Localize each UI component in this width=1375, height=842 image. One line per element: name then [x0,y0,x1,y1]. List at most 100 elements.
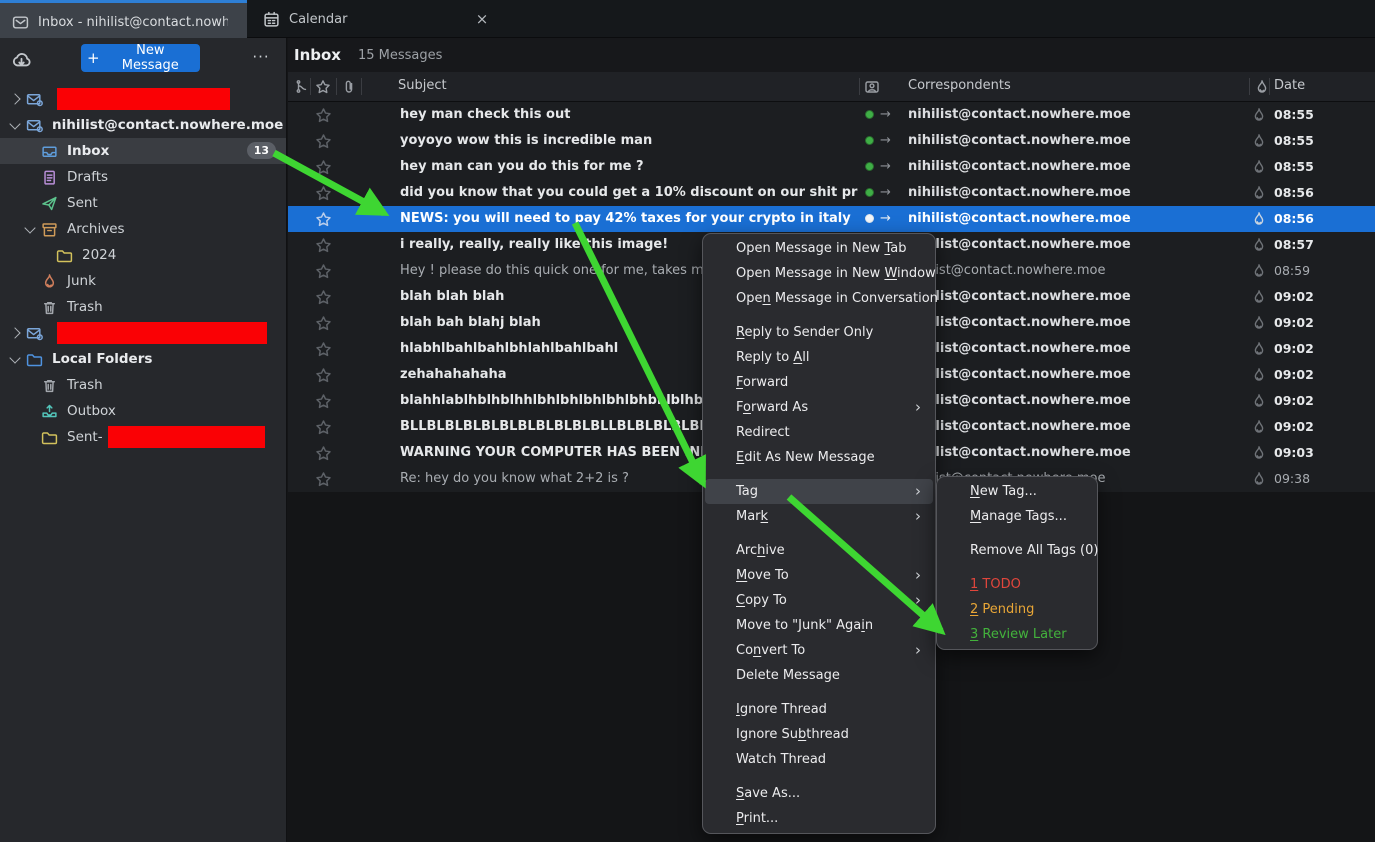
star-icon[interactable] [315,341,332,358]
folder-pane-options-icon[interactable]: ··· [248,44,274,70]
menu-item[interactable]: Tag › [705,479,933,504]
tag-menu-item[interactable]: New Tag... [939,479,1095,504]
star-icon[interactable] [315,315,332,332]
menu-item-label: Print... [736,811,921,826]
menu-item[interactable]: Ignore Thread [705,697,933,722]
folder-tree-item[interactable] [0,320,286,346]
tab-inbox[interactable]: Inbox - nihilist@contact.nowhere.moe [0,0,247,38]
tag-menu-item[interactable]: Remove All Tags (0) [939,538,1095,563]
menu-item[interactable]: Edit As New Message [705,445,933,470]
star-icon[interactable] [315,133,332,150]
column-date[interactable]: Date [1274,78,1305,93]
message-row[interactable]: NEWS: you will need to pay 42% taxes for… [288,206,1375,232]
message-row[interactable]: did you know that you could get a 10% di… [288,180,1375,206]
redaction-block [57,322,267,344]
thread-column-icon[interactable] [294,79,310,95]
folder-tree-item[interactable]: Trash [0,294,286,320]
expander-chevron-icon[interactable] [9,327,20,338]
menu-item[interactable]: Open Message in New Window [705,261,933,286]
menu-item[interactable]: Watch Thread [705,747,933,772]
junk-flame-icon[interactable] [1251,159,1267,175]
star-icon[interactable] [315,471,332,488]
menu-item[interactable]: Copy To › [705,588,933,613]
menu-item[interactable]: Convert To › [705,638,933,663]
junk-flame-icon[interactable] [1251,419,1267,435]
star-icon[interactable] [315,237,332,254]
junk-flame-icon[interactable] [1251,133,1267,149]
menu-item[interactable]: Move to "Junk" Again [705,613,933,638]
menu-item-label: Delete Message [736,668,921,683]
junk-flame-icon[interactable] [1251,471,1267,487]
star-icon[interactable] [315,159,332,176]
menu-item[interactable]: Reply to Sender Only [705,320,933,345]
star-icon[interactable] [315,393,332,410]
menu-item[interactable]: Forward [705,370,933,395]
folder-tree-item[interactable]: Drafts [0,164,286,190]
menu-item-label: Watch Thread [736,752,921,767]
junk-flame-icon[interactable] [1251,445,1267,461]
junk-flame-icon[interactable] [1251,315,1267,331]
menu-item[interactable]: Ignore Subthread [705,722,933,747]
menu-item[interactable]: Move To › [705,563,933,588]
menu-item[interactable]: Archive [705,538,933,563]
menu-item[interactable]: Forward As › [705,395,933,420]
star-icon[interactable] [315,211,332,228]
menu-item[interactable]: Redirect [705,420,933,445]
star-icon[interactable] [315,445,332,462]
menu-item[interactable]: Save As... [705,781,933,806]
expander-chevron-icon[interactable] [24,222,35,233]
junk-flame-icon[interactable] [1251,185,1267,201]
tab-calendar[interactable]: Calendar [247,0,347,38]
cloud-download-icon[interactable] [11,49,32,70]
folder-tree-item[interactable]: Trash [0,372,286,398]
folder-tree-item[interactable]: nihilist@contact.nowhere.moe [0,112,286,138]
junk-flame-icon[interactable] [1251,367,1267,383]
star-column-icon[interactable] [315,79,331,95]
junk-flame-icon[interactable] [1251,289,1267,305]
star-icon[interactable] [315,107,332,124]
message-row[interactable]: hey man check this out → nihilist@contac… [288,102,1375,128]
tag-menu-item[interactable]: 1 TODO [939,572,1095,597]
junk-column-icon[interactable] [1254,79,1270,95]
menu-item[interactable]: Reply to All [705,345,933,370]
column-correspondents[interactable]: Correspondents [908,78,1011,93]
menu-item[interactable]: Open Message in New Tab [705,236,933,261]
junk-flame-icon[interactable] [1251,237,1267,253]
folder-tree-item[interactable]: Outbox [0,398,286,424]
junk-flame-icon[interactable] [1251,211,1267,227]
folder-tree-item[interactable]: Local Folders [0,346,286,372]
star-icon[interactable] [315,185,332,202]
menu-item[interactable]: Mark › [705,504,933,529]
menu-item[interactable]: Delete Message [705,663,933,688]
folder-tree-item[interactable]: Sent [0,190,286,216]
menu-item[interactable]: Open Message in Conversation [705,286,933,311]
folder-tree-item[interactable]: 2024 [0,242,286,268]
junk-flame-icon[interactable] [1251,341,1267,357]
star-icon[interactable] [315,289,332,306]
junk-flame-icon[interactable] [1251,107,1267,123]
folder-tree-item[interactable]: Archives [0,216,286,242]
star-icon[interactable] [315,367,332,384]
close-tab-icon[interactable]: × [472,9,492,29]
folder-tree-item[interactable]: Junk [0,268,286,294]
message-row[interactable]: yoyoyo wow this is incredible man → nihi… [288,128,1375,154]
junk-flame-icon[interactable] [1251,263,1267,279]
star-icon[interactable] [315,263,332,280]
tag-menu-item[interactable]: 2 Pending [939,597,1095,622]
contact-column-icon[interactable] [864,79,880,95]
new-message-button[interactable]: + New Message [81,44,200,72]
tag-menu-item[interactable]: Manage Tags... [939,504,1095,529]
column-subject[interactable]: Subject [398,78,447,93]
menu-item[interactable]: Print... [705,806,933,831]
folder-tree-item[interactable] [0,86,286,112]
expander-chevron-icon[interactable] [9,118,20,129]
folder-tree-item[interactable]: Sent- [0,424,286,450]
expander-chevron-icon[interactable] [9,352,20,363]
junk-flame-icon[interactable] [1251,393,1267,409]
expander-chevron-icon[interactable] [9,93,20,104]
star-icon[interactable] [315,419,332,436]
tag-menu-item[interactable]: 3 Review Later [939,622,1095,647]
message-row[interactable]: hey man can you do this for me ? → nihil… [288,154,1375,180]
attachment-column-icon[interactable] [341,79,357,95]
folder-tree-item[interactable]: Inbox 13 [0,138,286,164]
